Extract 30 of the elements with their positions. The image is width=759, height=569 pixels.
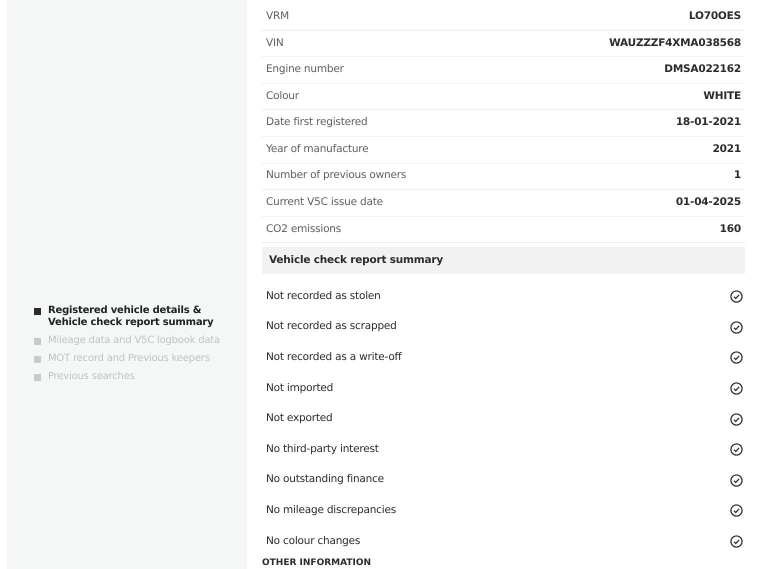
section-heading: OTHER INFORMATION (262, 558, 372, 568)
detail-label: Current V5C issue date (266, 195, 383, 210)
check-label: No mileage discrepancies (266, 502, 396, 518)
check-label: Not exported (266, 411, 332, 426)
detail-label: Engine number (266, 62, 344, 78)
detail-label: Number of previous owners (266, 168, 406, 184)
detail-label: CO2 emissions (266, 222, 342, 237)
check-label: Not recorded as scrapped (266, 319, 397, 334)
detail-value: 01-04-2025 (676, 195, 741, 210)
check-label: No outstanding finance (266, 472, 384, 488)
detail-value: LO70OES (688, 8, 741, 24)
check-label: Not recorded as a write-off (266, 350, 402, 365)
detail-label: Year of manufacture (266, 142, 368, 157)
check-label: No colour changes (266, 534, 360, 549)
check-label: Not imported (266, 380, 334, 396)
detail-value: 1 (734, 168, 741, 184)
check-label: Not recorded as stolen (266, 288, 381, 304)
section-title: Vehicle check report summary (269, 252, 444, 268)
detail-label: VIN (266, 36, 284, 51)
detail-value: 18-01-2021 (676, 115, 741, 130)
detail-label: VRM (266, 8, 289, 24)
detail-value: WAUZZZF4XMA038568 (609, 36, 741, 51)
detail-value: DMSA022162 (664, 62, 741, 78)
check-label: No third-party interest (266, 442, 379, 457)
detail-value: 2021 (712, 142, 741, 157)
detail-label: Date first registered (266, 115, 368, 130)
detail-label: Colour (266, 88, 299, 104)
detail-value: 160 (720, 222, 741, 237)
detail-value: WHITE (703, 88, 741, 104)
sidebar-item[interactable]: Registered vehicle details & Vehicle check report summary (48, 305, 239, 329)
